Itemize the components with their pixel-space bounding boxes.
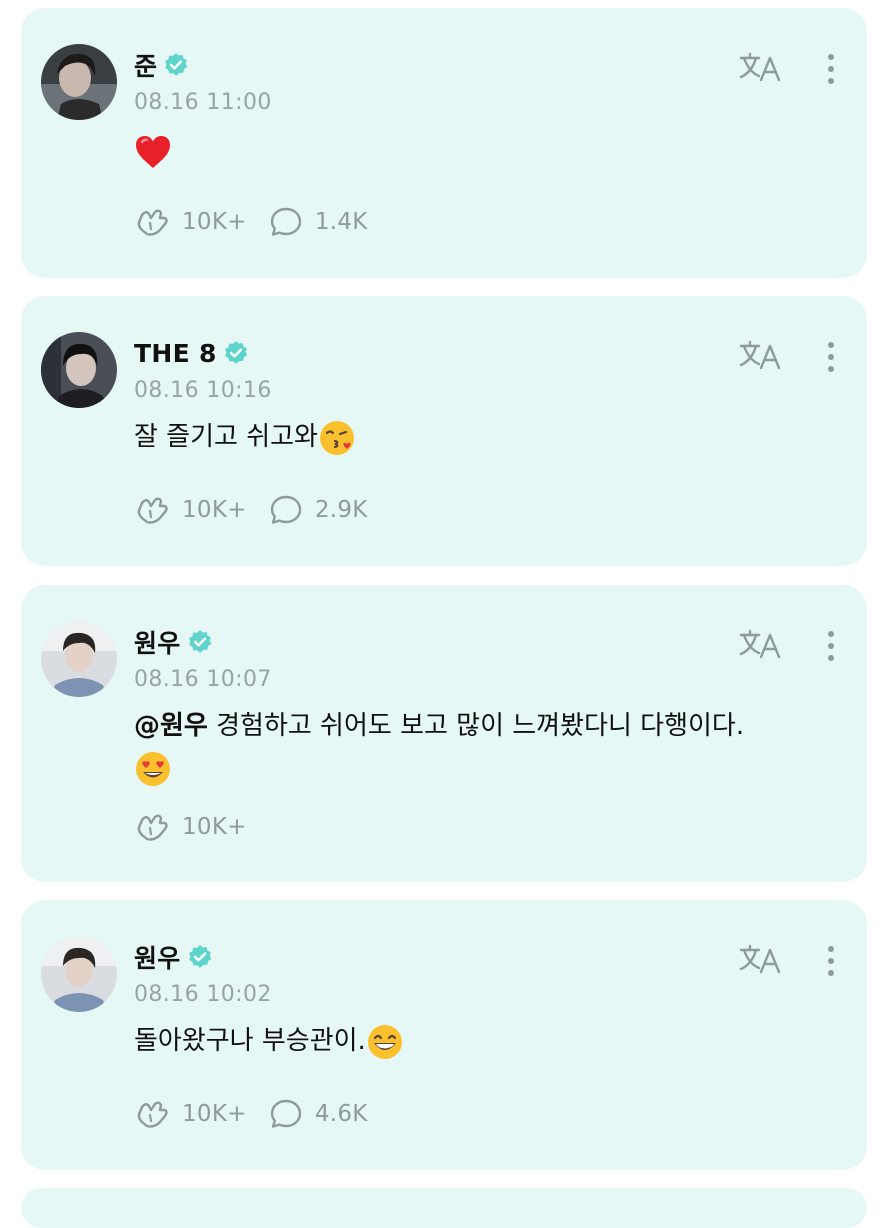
red-heart-emoji-icon <box>136 135 170 168</box>
avatar[interactable] <box>41 44 117 120</box>
verified-badge-icon <box>188 630 211 653</box>
comment-stat[interactable]: 4.6K <box>269 1098 368 1130</box>
post-content: 돌아왔구나 부승관이. <box>134 1020 834 1062</box>
post-card[interactable]: 원우 08.16 10:02 돌아왔구나 부승관이. 10K+ 4.6K <box>21 900 867 1170</box>
post-stats: 10K+ <box>134 807 269 847</box>
like-count: 10K+ <box>182 209 247 235</box>
like-icon[interactable] <box>134 811 170 843</box>
comment-count: 1.4K <box>314 209 368 235</box>
post-text: 돌아왔구나 부승관이. <box>134 1026 366 1056</box>
avatar[interactable] <box>41 621 117 697</box>
post-card-partial[interactable] <box>21 1188 867 1228</box>
like-stat[interactable]: 10K+ <box>134 1098 247 1130</box>
post-timestamp: 08.16 10:16 <box>134 378 272 403</box>
like-stat[interactable]: 10K+ <box>134 206 247 238</box>
more-options-icon[interactable] <box>819 52 843 86</box>
post-timestamp: 08.16 11:00 <box>134 90 272 115</box>
translate-icon[interactable] <box>739 942 785 976</box>
post-card[interactable]: THE 8 08.16 10:16 잘 즐기고 쉬고와 10K+ 2.9K <box>21 296 867 566</box>
post-card[interactable]: 준 08.16 11:00 10K+ 1.4K <box>21 8 867 278</box>
avatar[interactable] <box>41 936 117 1012</box>
like-stat[interactable]: 10K+ <box>134 494 247 526</box>
comment-stat[interactable]: 2.9K <box>269 494 368 526</box>
comment-bubble-icon[interactable] <box>269 206 303 238</box>
like-count: 10K+ <box>182 497 247 523</box>
comment-count: 4.6K <box>314 1101 368 1127</box>
post-stats: 10K+ 4.6K <box>134 1094 390 1134</box>
comment-bubble-icon[interactable] <box>269 494 303 526</box>
post-text: 경험하고 쉬어도 보고 많이 느껴봤다니 다행이다. <box>207 711 745 741</box>
verified-badge-icon <box>188 945 211 968</box>
post-stats: 10K+ 2.9K <box>134 490 390 530</box>
like-stat[interactable]: 10K+ <box>134 811 247 843</box>
post-timestamp: 08.16 10:02 <box>134 982 272 1007</box>
verified-badge-icon <box>224 341 247 364</box>
author-name[interactable]: 원우 <box>134 624 181 660</box>
post-card[interactable]: 원우 08.16 10:07 @원우 경험하고 쉬어도 보고 많이 느껴봤다니 … <box>21 585 867 882</box>
mention-link[interactable]: @원우 <box>134 711 208 741</box>
post-stats: 10K+ 1.4K <box>134 202 390 242</box>
grinning-face-emoji-icon <box>367 1024 402 1059</box>
like-count: 10K+ <box>182 1101 247 1127</box>
like-icon[interactable] <box>134 206 170 238</box>
post-content: @원우 경험하고 쉬어도 보고 많이 느껴봤다니 다행이다. <box>134 705 834 789</box>
comment-count: 2.9K <box>314 497 368 523</box>
like-icon[interactable] <box>134 1098 170 1130</box>
verified-badge-icon <box>165 53 188 76</box>
post-text: 잘 즐기고 쉬고와 <box>134 422 318 452</box>
comment-bubble-icon[interactable] <box>269 1098 303 1130</box>
like-icon[interactable] <box>134 494 170 526</box>
kissing-face-emoji-icon <box>319 420 354 455</box>
post-content: 잘 즐기고 쉬고와 <box>134 416 834 458</box>
avatar[interactable] <box>41 332 117 408</box>
author-name[interactable]: THE 8 <box>134 339 217 368</box>
comment-stat[interactable]: 1.4K <box>269 206 368 238</box>
like-count: 10K+ <box>182 814 247 840</box>
post-content <box>134 128 834 170</box>
translate-icon[interactable] <box>739 50 785 84</box>
translate-icon[interactable] <box>739 338 785 372</box>
heart-eyes-emoji-icon <box>136 751 170 786</box>
author-name[interactable]: 원우 <box>134 939 181 975</box>
more-options-icon[interactable] <box>819 629 843 663</box>
more-options-icon[interactable] <box>819 944 843 978</box>
translate-icon[interactable] <box>739 627 785 661</box>
author-name[interactable]: 준 <box>134 47 157 83</box>
more-options-icon[interactable] <box>819 340 843 374</box>
post-timestamp: 08.16 10:07 <box>134 667 272 692</box>
